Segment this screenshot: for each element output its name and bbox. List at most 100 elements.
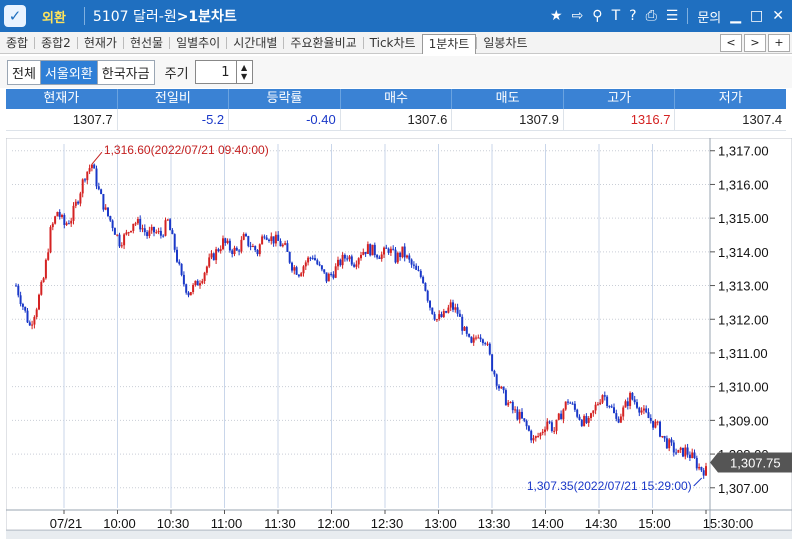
tab-prev-button[interactable]: < — [720, 33, 742, 52]
candle-body — [498, 385, 500, 389]
window-title: 5107 달러-원>1분차트 — [93, 6, 237, 26]
header-change: 전일비 — [116, 89, 229, 109]
candle-body — [346, 258, 349, 260]
price-chart[interactable]: 1,317.00 1,316.00 1,315.00 1,314.00 1,313.00… — [5, 137, 792, 539]
spin-down-icon[interactable]: ▼ — [241, 72, 247, 81]
candle-body — [366, 244, 369, 254]
spin-up-icon[interactable]: ▲ — [241, 63, 247, 72]
tab-by-time[interactable]: 시간대별 — [226, 36, 283, 49]
candle-body — [396, 252, 399, 263]
candle-body — [261, 236, 264, 245]
candle-body — [458, 313, 461, 317]
candle-body — [337, 259, 339, 267]
quote-value-row: 1307.7 -5.2 -0.40 1307.6 1307.9 1316.7 1… — [6, 109, 787, 131]
candle-body — [424, 282, 427, 291]
candle-body — [79, 193, 82, 204]
segment-korea-money[interactable]: 한국자금 — [96, 60, 154, 84]
minimize-icon[interactable]: ▁ — [730, 8, 741, 24]
header-low: 저가 — [674, 89, 787, 109]
tab-1min-chart[interactable]: 1분차트 — [421, 33, 477, 54]
inquiry-button[interactable]: 문의 — [697, 7, 721, 26]
candle-body — [537, 436, 540, 438]
candle-body — [578, 416, 581, 420]
tab-add-button[interactable]: + — [768, 33, 790, 52]
tab-navigation: < > + — [720, 33, 792, 52]
link-icon[interactable]: ⚲ — [592, 8, 602, 24]
candle-body — [686, 447, 689, 455]
candle-body — [40, 282, 43, 295]
tab-spot-futures[interactable]: 현선물 — [122, 36, 169, 49]
candle-body — [661, 435, 664, 437]
y-tick-label: 1,314.00 — [718, 245, 769, 260]
candle-body — [63, 215, 66, 225]
candle-body — [153, 226, 155, 233]
tab-next-button[interactable]: > — [744, 33, 766, 52]
candle-body — [309, 257, 312, 259]
print-icon[interactable]: ⎙ — [646, 8, 657, 24]
period-value[interactable]: 1 — [196, 65, 236, 80]
tab-tick-chart[interactable]: Tick차트 — [362, 36, 422, 49]
candle-body — [463, 327, 466, 331]
tab-summary2[interactable]: 종합2 — [34, 36, 77, 49]
candle-body — [567, 401, 569, 403]
tab-fx-compare[interactable]: 주요환율비교 — [283, 36, 362, 49]
candle-body — [406, 255, 408, 258]
candle-body — [118, 234, 121, 247]
candle-body — [44, 259, 47, 279]
value-change: -5.2 — [116, 109, 229, 131]
value-current-price: 1307.7 — [6, 109, 117, 131]
tab-current-price[interactable]: 현재가 — [76, 36, 123, 49]
candle-body — [495, 374, 498, 386]
candle-body — [341, 254, 344, 266]
candle-body — [307, 257, 310, 263]
candle-body — [263, 236, 266, 238]
candle-body — [693, 452, 696, 458]
star-icon[interactable]: ★ — [550, 8, 563, 24]
candle-body — [619, 416, 622, 423]
chart-svg[interactable]: 1,317.00 1,316.00 1,315.00 1,314.00 1,313.00… — [5, 137, 792, 531]
header-high: 고가 — [562, 89, 675, 109]
popout-icon[interactable]: ⇨ — [572, 8, 584, 24]
candle-body — [636, 402, 638, 408]
candle-body — [208, 257, 211, 267]
segment-all[interactable]: 전체 — [8, 60, 40, 84]
candle-body — [433, 314, 436, 320]
candle-body — [633, 399, 636, 403]
candle-body — [256, 250, 259, 255]
candle-body — [15, 285, 17, 287]
candle-body — [394, 249, 397, 263]
close-icon[interactable]: ✕ — [772, 8, 784, 24]
tab-summary[interactable]: 종합 — [0, 37, 34, 49]
candle-body — [401, 246, 404, 258]
text-icon[interactable]: T — [612, 8, 621, 24]
period-spin-icon[interactable]: ▲ ▼ — [235, 61, 252, 83]
candle-body — [624, 401, 627, 408]
candle-body — [544, 429, 546, 432]
candle-body — [116, 234, 119, 236]
candle-body — [100, 189, 103, 195]
candle-body — [141, 228, 144, 230]
candle-body — [675, 452, 678, 454]
maximize-icon[interactable]: □ — [750, 8, 763, 24]
candle-body — [431, 307, 434, 315]
tab-daily-trend[interactable]: 일별추이 — [169, 36, 226, 49]
candle-body — [546, 421, 549, 430]
candle-body — [491, 354, 494, 371]
title-bar: ✓ 외환 5107 달러-원>1분차트 ★ ⇨ ⚲ T ? ⎙ ☰ 문의 ▁ □… — [0, 0, 792, 32]
candle-body — [240, 239, 243, 252]
x-tick-label: 10:30 — [157, 516, 190, 530]
candle-body — [49, 227, 52, 253]
candle-body — [268, 239, 270, 241]
candle-body — [442, 311, 445, 317]
list-icon[interactable]: ☰ — [666, 8, 679, 24]
chart-scrollbar[interactable] — [6, 530, 792, 539]
candle-body — [452, 302, 454, 310]
menu-name[interactable]: 외환 — [42, 7, 66, 26]
candle-body — [479, 337, 482, 340]
tab-daily-chart[interactable]: 일봉차트 — [476, 36, 533, 49]
period-stepper[interactable]: 1 ▲ ▼ — [194, 60, 253, 84]
window-title-suffix: >1분차트 — [176, 9, 237, 25]
candle-body — [684, 447, 687, 457]
segment-seoul-fx[interactable]: 서울외환 — [39, 60, 97, 84]
help-icon[interactable]: ? — [629, 8, 636, 24]
